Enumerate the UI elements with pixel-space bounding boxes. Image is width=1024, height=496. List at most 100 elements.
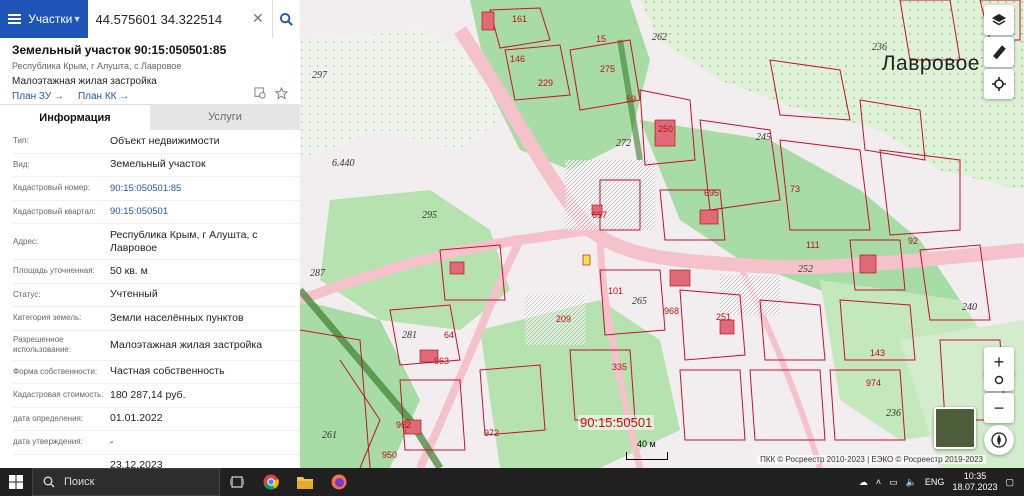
search-button[interactable] <box>271 0 300 38</box>
parcel-label: 335 <box>612 362 628 372</box>
system-tray: ☁ ˄ ▭ 🔈 ENG 10:35 18.07.2023 ▢ <box>859 468 1024 496</box>
parcel-label: 92 <box>908 236 919 246</box>
start-button[interactable] <box>0 475 32 489</box>
clock[interactable]: 10:35 18.07.2023 <box>952 471 997 493</box>
object-usage: Малоэтажная жилая застройка <box>12 76 157 87</box>
info-panel: Участки ▼ ✕ Земельный участок 90:15:0505… <box>0 0 300 468</box>
info-row: Площадь уточненная: 50 кв. м <box>13 260 300 284</box>
zoom-out-button[interactable]: − <box>984 393 1014 423</box>
locate-button[interactable] <box>984 69 1014 99</box>
info-row-link[interactable]: 90:15:050501 <box>110 205 300 218</box>
info-row-value: 50 кв. м <box>110 264 148 277</box>
object-title: Земельный участок 90:15:050501:85 <box>12 43 227 57</box>
info-row: Кадастровая стоимость: 180 287,14 руб. <box>13 384 300 408</box>
firefox-icon <box>331 474 347 490</box>
info-table: Тип: Объект недвижимости Вид: Земельный уча… <box>0 130 300 468</box>
contour-label: 287 <box>310 268 325 279</box>
plan-kk-link[interactable]: План КК → <box>78 91 129 102</box>
info-row-label: Тип: <box>13 136 29 146</box>
contour-label: 265 <box>632 296 647 307</box>
contour-label: 6.440 <box>332 158 355 169</box>
category-value: Участки <box>28 12 73 26</box>
parcel-label: 968 <box>664 306 680 316</box>
windows-icon <box>9 475 23 489</box>
parcel-label: 963 <box>434 356 450 366</box>
contour-label: 252 <box>798 264 813 275</box>
info-row: Кадастровый номер: 90:15:050501:85 <box>13 177 300 201</box>
zoom-to-object-icon[interactable] <box>254 87 267 100</box>
contour-label: 245 <box>756 132 771 143</box>
info-row-value: Учтенный <box>110 288 158 301</box>
cloud-icon[interactable]: ☁ <box>859 477 868 488</box>
contour-label: 272 <box>616 138 631 149</box>
info-row-label: Разрешенное использование: <box>13 335 72 354</box>
info-row-value: Объект недвижимости <box>110 134 220 147</box>
info-row: Кадастровый квартал: 90:15:050501 <box>13 201 300 224</box>
category-select[interactable]: Участки ▼ <box>28 12 87 26</box>
notification-icon[interactable]: ▢ <box>1005 477 1014 488</box>
info-row-label: Вид: <box>13 159 30 169</box>
object-address: Республика Крым, г Алушта, с Лавровое <box>12 61 182 71</box>
network-icon[interactable]: ▭ <box>889 477 898 488</box>
parcel-label: 64 <box>444 330 455 340</box>
menu-button[interactable] <box>0 16 28 22</box>
ruler-icon <box>992 45 1006 60</box>
info-row-link[interactable]: 90:15:050501:85 <box>110 182 300 195</box>
info-row: Категория земель: Земли населённых пункто… <box>13 307 300 331</box>
parcel-label: 275 <box>600 64 616 74</box>
minus-icon: − <box>993 397 1005 418</box>
layers-button[interactable] <box>984 5 1014 35</box>
clear-icon[interactable]: ✕ <box>252 10 264 27</box>
info-row-label: Форма собственности: <box>13 366 98 376</box>
parcel-label: 974 <box>866 378 882 388</box>
chevron-down-icon: ▼ <box>72 14 82 24</box>
plan-zu-link[interactable]: План ЗУ → <box>12 91 64 102</box>
info-row-label: Кадастровый квартал: <box>13 206 96 216</box>
info-row-value: Частная собственность <box>110 365 225 378</box>
language-indicator[interactable]: ENG <box>925 477 945 487</box>
tab-services[interactable]: Услуги <box>150 104 300 130</box>
clock-time: 10:35 <box>963 471 987 481</box>
chevron-up-icon[interactable]: ˄ <box>876 477 881 487</box>
parcel-label: 73 <box>790 184 801 194</box>
compass-icon <box>991 432 1007 448</box>
place-name: Лавровое <box>881 52 980 75</box>
parcel-label: 657 <box>592 210 608 220</box>
arrow-right-icon: → <box>53 91 64 102</box>
info-row: Тип: Объект недвижимости <box>13 130 300 154</box>
crosshair-icon <box>992 77 1006 91</box>
chrome-button[interactable] <box>254 468 288 496</box>
parcel-label: 209 <box>556 314 572 324</box>
measure-button[interactable] <box>984 37 1014 67</box>
task-view-button[interactable] <box>220 468 254 496</box>
tab-info[interactable]: Информация <box>0 104 150 130</box>
scale-label: 40 м <box>637 439 656 449</box>
zoom-center-button[interactable] <box>984 369 1014 391</box>
search-input[interactable] <box>87 0 272 38</box>
info-row-label: Адрес: <box>13 236 39 246</box>
info-row: дата определения: 01.01.2022 <box>13 408 300 431</box>
search-icon <box>43 476 55 488</box>
compass-button[interactable] <box>984 425 1014 455</box>
task-view-icon <box>230 476 244 488</box>
info-row-value: Земельный участок <box>110 158 206 171</box>
taskbar-search-label: Поиск <box>64 476 95 488</box>
taskbar: Поиск ☁ ˄ ▭ 🔈 ENG 10:35 18.07.2023 ▢ <box>0 468 1024 496</box>
contour-label: 261 <box>322 430 337 441</box>
clock-date: 18.07.2023 <box>952 482 998 492</box>
taskbar-search[interactable]: Поиск <box>32 468 220 496</box>
volume-icon[interactable]: 🔈 <box>906 477 917 488</box>
cadastral-quarter-label[interactable]: 90:15:50501 <box>578 415 655 430</box>
arrow-right-icon: → <box>119 91 130 102</box>
basemap-switcher[interactable] <box>934 407 976 449</box>
info-row: Вид: Земельный участок <box>13 154 300 177</box>
info-row: Разрешенное использование: Малоэтажная жи… <box>13 331 300 361</box>
info-row-value: - <box>110 435 114 448</box>
explorer-button[interactable] <box>288 468 322 496</box>
map-view[interactable]: ~ <box>300 0 1024 468</box>
star-icon[interactable] <box>275 87 288 100</box>
plan-kk-label: План КК <box>77 91 117 102</box>
parcel-label: 972 <box>484 428 500 438</box>
info-row-label: Площадь уточненная: <box>13 266 95 276</box>
firefox-button[interactable] <box>322 468 356 496</box>
